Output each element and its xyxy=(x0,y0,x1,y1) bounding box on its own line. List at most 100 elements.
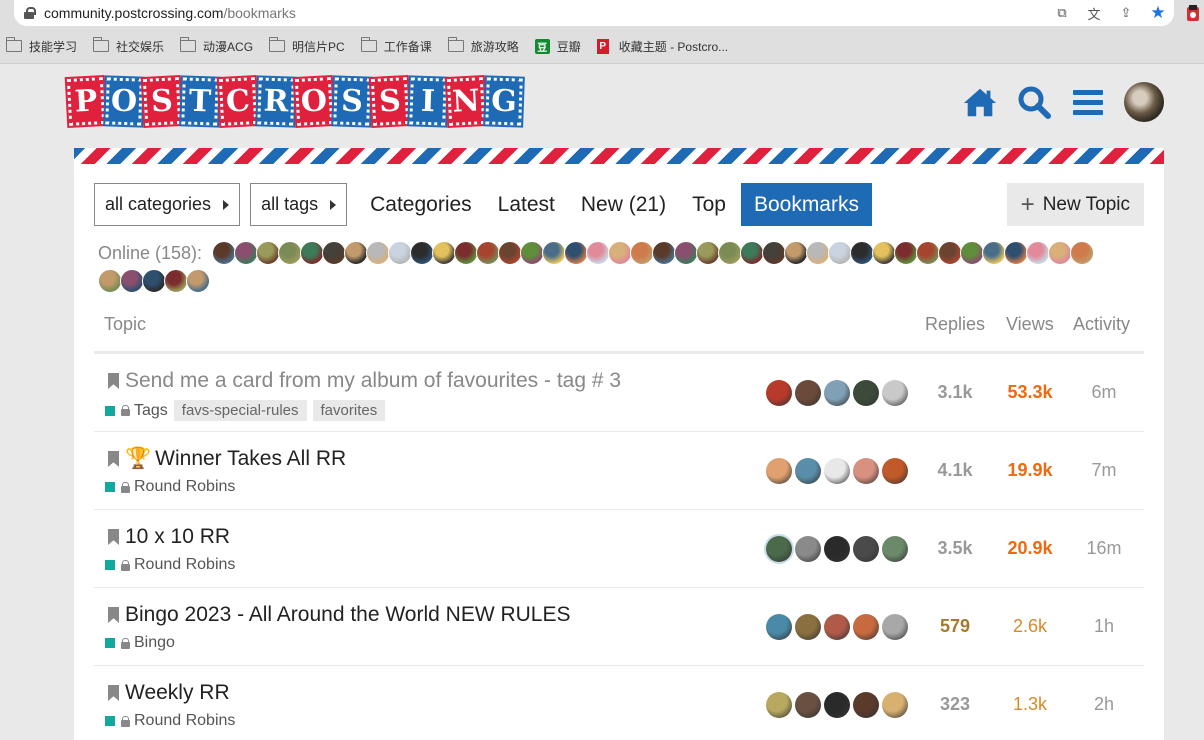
bookmark-item[interactable]: 旅游攻略 xyxy=(447,37,519,55)
online-user-avatar[interactable] xyxy=(142,269,166,293)
nav-categories[interactable]: Categories xyxy=(357,183,485,226)
header-views[interactable]: Views xyxy=(1006,314,1054,335)
header-activity[interactable]: Activity xyxy=(1073,314,1130,335)
new-topic-button[interactable]: + New Topic xyxy=(1006,183,1144,226)
nav-bookmarks[interactable]: Bookmarks xyxy=(740,183,872,226)
online-user-avatar[interactable] xyxy=(234,241,258,265)
bookmark-star-icon[interactable]: ★ xyxy=(1148,3,1168,23)
poster-avatar[interactable] xyxy=(853,614,879,640)
online-user-avatar[interactable] xyxy=(784,241,808,265)
activity-time[interactable]: 1h xyxy=(1069,616,1139,637)
activity-time[interactable]: 6m xyxy=(1069,382,1139,403)
topic-title[interactable]: Send me a card from my album of favourit… xyxy=(125,369,621,393)
poster-avatar[interactable] xyxy=(882,614,908,640)
bookmark-icon[interactable] xyxy=(108,451,119,467)
category-link[interactable]: Round Robins xyxy=(134,712,235,730)
poster-avatar[interactable] xyxy=(824,692,850,718)
poster-avatar[interactable] xyxy=(824,536,850,562)
activity-time[interactable]: 2h xyxy=(1069,694,1139,715)
online-user-avatar[interactable] xyxy=(982,241,1006,265)
online-user-avatar[interactable] xyxy=(366,241,390,265)
bookmark-icon[interactable] xyxy=(108,607,119,623)
online-user-avatar[interactable] xyxy=(432,241,456,265)
home-icon[interactable] xyxy=(962,84,998,120)
poster-avatar[interactable] xyxy=(882,380,908,406)
poster-avatar[interactable] xyxy=(882,692,908,718)
header-replies[interactable]: Replies xyxy=(925,314,985,335)
share-icon[interactable]: ⇪ xyxy=(1116,3,1136,23)
online-user-avatar[interactable] xyxy=(498,241,522,265)
table-row[interactable]: Send me a card from my album of favourit… xyxy=(94,354,1144,432)
topic-title[interactable]: 🏆 Winner Takes All RR xyxy=(125,447,346,471)
poster-avatar[interactable] xyxy=(795,458,821,484)
poster-avatar[interactable] xyxy=(766,380,792,406)
poster-avatar[interactable] xyxy=(795,692,821,718)
online-user-avatar[interactable] xyxy=(410,241,434,265)
open-external-icon[interactable]: ⧉ xyxy=(1052,3,1072,23)
translate-icon[interactable]: 文 xyxy=(1084,3,1104,23)
category-link[interactable]: Bingo xyxy=(134,634,175,652)
online-user-avatar[interactable] xyxy=(916,241,940,265)
online-user-avatar[interactable] xyxy=(256,241,280,265)
online-user-avatar[interactable] xyxy=(718,241,742,265)
bookmark-icon[interactable] xyxy=(108,529,119,545)
topic-tag[interactable]: favs-special-rules xyxy=(173,400,307,421)
address-bar[interactable]: community.postcrossing.com/bookmarks ⧉ 文… xyxy=(14,0,1174,26)
online-user-avatar[interactable] xyxy=(872,241,896,265)
bookmark-icon[interactable] xyxy=(108,685,119,701)
online-user-avatar[interactable] xyxy=(1026,241,1050,265)
extension-icon[interactable] xyxy=(1186,4,1200,22)
online-user-avatar[interactable] xyxy=(696,241,720,265)
online-user-avatar[interactable] xyxy=(212,241,236,265)
online-user-avatar[interactable] xyxy=(938,241,962,265)
bookmark-icon[interactable] xyxy=(108,373,119,389)
bookmark-item[interactable]: 社交娱乐 xyxy=(93,37,164,55)
online-user-avatar[interactable] xyxy=(828,241,852,265)
online-user-avatar[interactable] xyxy=(186,269,210,293)
online-user-avatar[interactable] xyxy=(164,269,188,293)
poster-avatar[interactable] xyxy=(766,614,792,640)
search-icon[interactable] xyxy=(1016,84,1052,120)
nav-latest[interactable]: Latest xyxy=(485,183,568,226)
poster-avatar[interactable] xyxy=(795,614,821,640)
online-user-avatar[interactable] xyxy=(542,241,566,265)
online-user-avatar[interactable] xyxy=(520,241,544,265)
poster-avatar[interactable] xyxy=(795,380,821,406)
online-user-avatar[interactable] xyxy=(762,241,786,265)
postcrossing-logo[interactable]: POSTCROSSING xyxy=(64,75,525,128)
online-user-avatar[interactable] xyxy=(1070,241,1094,265)
topic-tag[interactable]: favorites xyxy=(312,400,386,421)
online-user-avatar[interactable] xyxy=(960,241,984,265)
table-row[interactable]: 10 x 10 RR Round Robins 3.5k 20.9k 16m xyxy=(94,510,1144,588)
activity-time[interactable]: 16m xyxy=(1069,538,1139,559)
category-link[interactable]: Round Robins xyxy=(134,478,235,496)
online-user-avatar[interactable] xyxy=(674,241,698,265)
hamburger-menu-icon[interactable] xyxy=(1070,84,1106,120)
table-row[interactable]: Bingo 2023 - All Around the World NEW RU… xyxy=(94,588,1144,666)
activity-time[interactable]: 7m xyxy=(1069,460,1139,481)
poster-avatar[interactable] xyxy=(766,458,792,484)
online-user-avatar[interactable] xyxy=(278,241,302,265)
online-user-avatar[interactable] xyxy=(120,269,144,293)
online-user-avatar[interactable] xyxy=(300,241,324,265)
bookmark-item[interactable]: 技能学习 xyxy=(6,37,77,55)
online-user-avatar[interactable] xyxy=(740,241,764,265)
poster-avatar[interactable] xyxy=(853,380,879,406)
online-user-avatar[interactable] xyxy=(564,241,588,265)
poster-avatar[interactable] xyxy=(766,692,792,718)
bookmark-item[interactable]: 明信片PC xyxy=(269,37,345,55)
online-user-avatar[interactable] xyxy=(476,241,500,265)
table-row[interactable]: 🏆 Winner Takes All RR Round Robins 4.1k 19.9… xyxy=(94,432,1144,510)
online-user-avatar[interactable] xyxy=(806,241,830,265)
table-row[interactable]: Weekly RR Round Robins 323 1.3k 2h xyxy=(94,666,1144,740)
poster-avatar[interactable] xyxy=(824,458,850,484)
online-user-avatar[interactable] xyxy=(98,269,122,293)
topic-title[interactable]: Bingo 2023 - All Around the World NEW RU… xyxy=(125,603,571,627)
online-user-avatar[interactable] xyxy=(454,241,478,265)
header-topic[interactable]: Topic xyxy=(104,314,146,335)
online-user-avatar[interactable] xyxy=(388,241,412,265)
poster-avatar[interactable] xyxy=(882,536,908,562)
bookmark-item[interactable]: 工作备课 xyxy=(360,37,432,55)
poster-avatar[interactable] xyxy=(853,692,879,718)
online-user-avatar[interactable] xyxy=(1004,241,1028,265)
